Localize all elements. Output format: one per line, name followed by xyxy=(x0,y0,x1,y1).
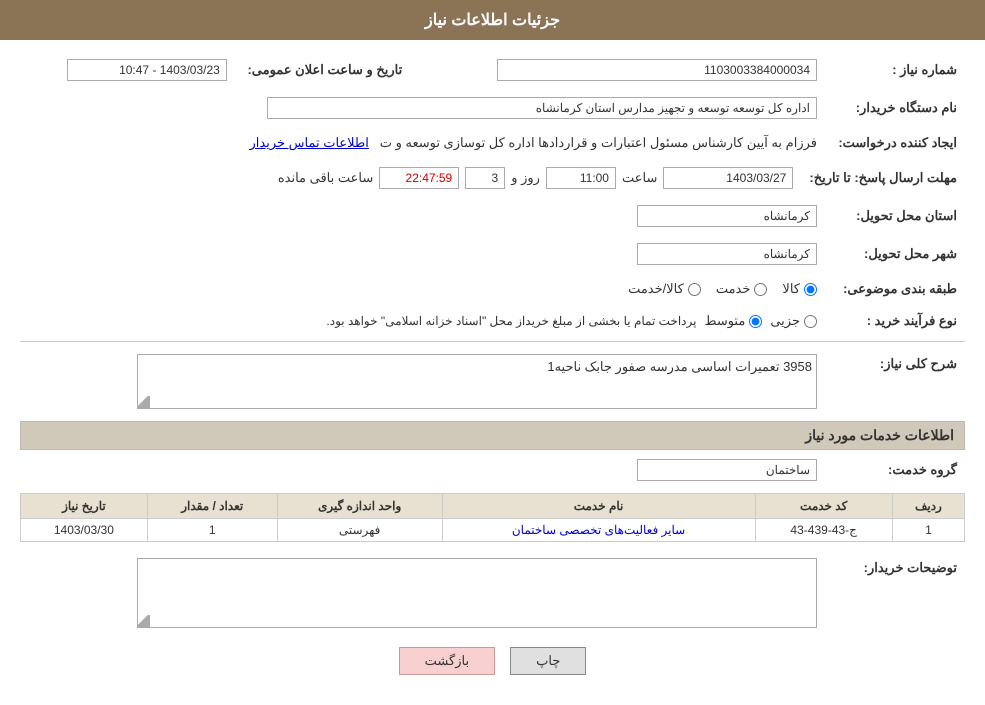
category-kala-label: کالا xyxy=(782,281,800,297)
description-value: 3958 تعمیرات اساسی مدرسه صفور جابک ناحیه… xyxy=(547,359,812,374)
services-table: ردیف کد خدمت نام خدمت واحد اندازه گیری ت… xyxy=(20,493,965,542)
cell-row-num: 1 xyxy=(892,519,964,542)
purchase-jozi-label: جزیی xyxy=(770,313,800,329)
cell-quantity: 1 xyxy=(147,519,277,542)
category-khedmat-radio[interactable] xyxy=(754,283,767,296)
deadline-seconds: 22:47:59 xyxy=(379,167,459,189)
page-title: جزئیات اطلاعات نیاز xyxy=(425,12,560,29)
deadline-row: مهلت ارسال پاسخ: تا تاریخ: 1403/03/27 سا… xyxy=(20,163,965,193)
deadline-days: 3 xyxy=(465,167,505,189)
col-service-code: کد خدمت xyxy=(755,494,892,519)
creator-value: فرزام به آیین کارشناس مسئول اعتبارات و ق… xyxy=(380,135,817,150)
category-row: طبقه بندی موضوعی: کالا خدمت xyxy=(20,277,965,301)
need-number-value: 1103003384000034 xyxy=(497,59,817,81)
city-value: کرمانشاه xyxy=(637,243,817,265)
buyer-notes-box xyxy=(137,558,817,628)
table-row: 1 ج-43-439-43 سایر فعالیت‌های تخصصی ساخت… xyxy=(21,519,965,542)
category-kala-item: کالا xyxy=(782,281,817,297)
category-kala-khedmat-radio[interactable] xyxy=(688,283,701,296)
category-khedmat-label: خدمت xyxy=(716,281,751,297)
col-date: تاریخ نیاز xyxy=(21,494,148,519)
print-button[interactable]: چاپ xyxy=(510,647,586,675)
category-kala-radio[interactable] xyxy=(804,283,817,296)
purchase-type-row: نوع فرآیند خرید : جزیی متوسط پرداخت تمام… xyxy=(20,309,965,333)
cell-unit: فهرستی xyxy=(277,519,442,542)
need-number-label: شماره نیاز : xyxy=(825,55,965,85)
buyer-notes-resize-handle[interactable] xyxy=(138,615,150,627)
page-header: جزئیات اطلاعات نیاز xyxy=(0,0,985,40)
category-kala-khedmat-item: کالا/خدمت xyxy=(628,281,701,297)
category-khedmat-item: خدمت xyxy=(716,281,768,297)
deadline-date: 1403/03/27 xyxy=(663,167,793,189)
announcement-date-label: تاریخ و ساعت اعلان عمومی: xyxy=(235,55,415,85)
cell-service-name: سایر فعالیت‌های تخصصی ساختمان xyxy=(442,519,755,542)
deadline-day-label: روز و xyxy=(511,170,540,186)
purchase-motavasset-item: متوسط xyxy=(704,313,762,329)
description-row: شرح کلی نیاز: 3958 تعمیرات اساسی مدرسه ص… xyxy=(20,350,965,413)
cell-service-code: ج-43-439-43 xyxy=(755,519,892,542)
description-box: 3958 تعمیرات اساسی مدرسه صفور جابک ناحیه… xyxy=(137,354,817,409)
page-wrapper: جزئیات اطلاعات نیاز شماره نیاز : 1103003… xyxy=(0,0,985,705)
service-group-value: ساختمان xyxy=(637,459,817,481)
purchase-motavasset-radio[interactable] xyxy=(749,315,762,328)
deadline-time: 11:00 xyxy=(546,167,616,189)
col-service-name: نام خدمت xyxy=(442,494,755,519)
deadline-details: 1403/03/27 ساعت 11:00 روز و 3 22:47:59 س… xyxy=(28,167,793,189)
province-label: استان محل تحویل: xyxy=(825,201,965,231)
services-section-title: اطلاعات خدمات مورد نیاز xyxy=(20,421,965,450)
buyer-org-value: اداره کل توسعه توسعه و تجهیز مدارس استان… xyxy=(267,97,817,119)
deadline-label: مهلت ارسال پاسخ: تا تاریخ: xyxy=(801,163,965,193)
creator-row: ایجاد کننده درخواست: فرزام به آیین کارشن… xyxy=(20,131,965,155)
purchase-motavasset-label: متوسط xyxy=(704,313,745,329)
deadline-remaining-label: ساعت باقی مانده xyxy=(278,170,373,186)
cell-date: 1403/03/30 xyxy=(21,519,148,542)
purchase-jozi-radio[interactable] xyxy=(804,315,817,328)
category-options: کالا خدمت کالا/خدمت xyxy=(28,281,817,297)
buyer-org-row: نام دستگاه خریدار: اداره کل توسعه توسعه … xyxy=(20,93,965,123)
need-number-row: شماره نیاز : 1103003384000034 تاریخ و سا… xyxy=(20,55,965,85)
buyer-org-label: نام دستگاه خریدار: xyxy=(825,93,965,123)
province-value: کرمانشاه xyxy=(637,205,817,227)
purchase-type-label: نوع فرآیند خرید : xyxy=(825,309,965,333)
col-quantity: تعداد / مقدار xyxy=(147,494,277,519)
buyer-notes-row: توضیحات خریدار: xyxy=(20,554,965,632)
description-label: شرح کلی نیاز: xyxy=(825,350,965,413)
creator-link[interactable]: اطلاعات تماس خریدار xyxy=(249,135,368,150)
description-resize-handle[interactable] xyxy=(138,396,150,408)
service-group-row: گروه خدمت: ساختمان xyxy=(20,455,965,485)
service-group-label: گروه خدمت: xyxy=(825,455,965,485)
city-label: شهر محل تحویل: xyxy=(825,239,965,269)
purchase-jozi-item: جزیی xyxy=(770,313,817,329)
province-row: استان محل تحویل: کرمانشاه xyxy=(20,201,965,231)
deadline-time-label: ساعت xyxy=(622,170,657,186)
back-button[interactable]: بازگشت xyxy=(399,647,495,675)
city-row: شهر محل تحویل: کرمانشاه xyxy=(20,239,965,269)
main-content: شماره نیاز : 1103003384000034 تاریخ و سا… xyxy=(0,40,985,705)
col-row-num: ردیف xyxy=(892,494,964,519)
category-kala-khedmat-label: کالا/خدمت xyxy=(628,281,684,297)
purchase-type-options: جزیی متوسط پرداخت تمام یا بخشی از مبلغ خ… xyxy=(28,313,817,329)
creator-label: ایجاد کننده درخواست: xyxy=(825,131,965,155)
buyer-notes-label: توضیحات خریدار: xyxy=(825,554,965,632)
announcement-date-value: 1403/03/23 - 10:47 xyxy=(67,59,227,81)
button-row: چاپ بازگشت xyxy=(20,647,965,690)
purchase-type-note: پرداخت تمام یا بخشی از مبلغ خریداز محل "… xyxy=(326,314,696,328)
category-label: طبقه بندی موضوعی: xyxy=(825,277,965,301)
col-unit: واحد اندازه گیری xyxy=(277,494,442,519)
